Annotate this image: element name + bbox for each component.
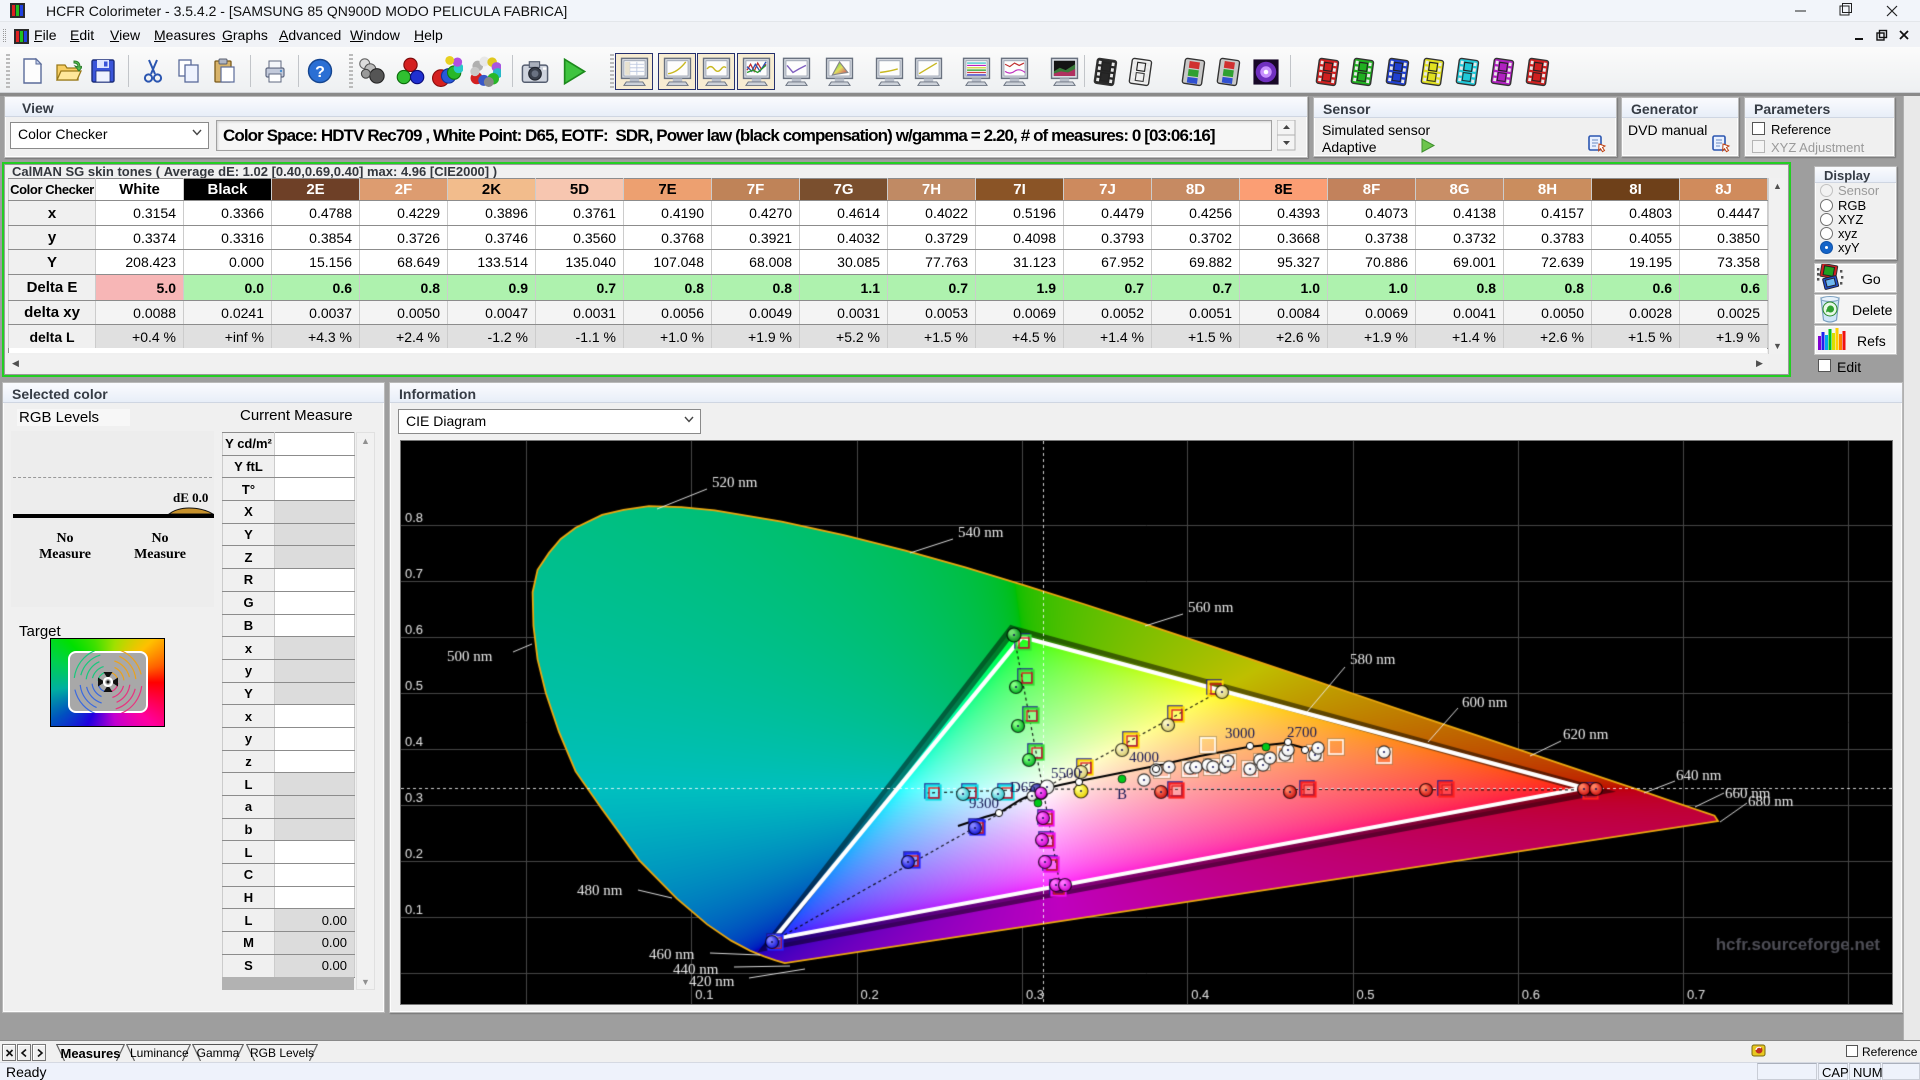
svg-text:?: ? <box>315 64 325 81</box>
